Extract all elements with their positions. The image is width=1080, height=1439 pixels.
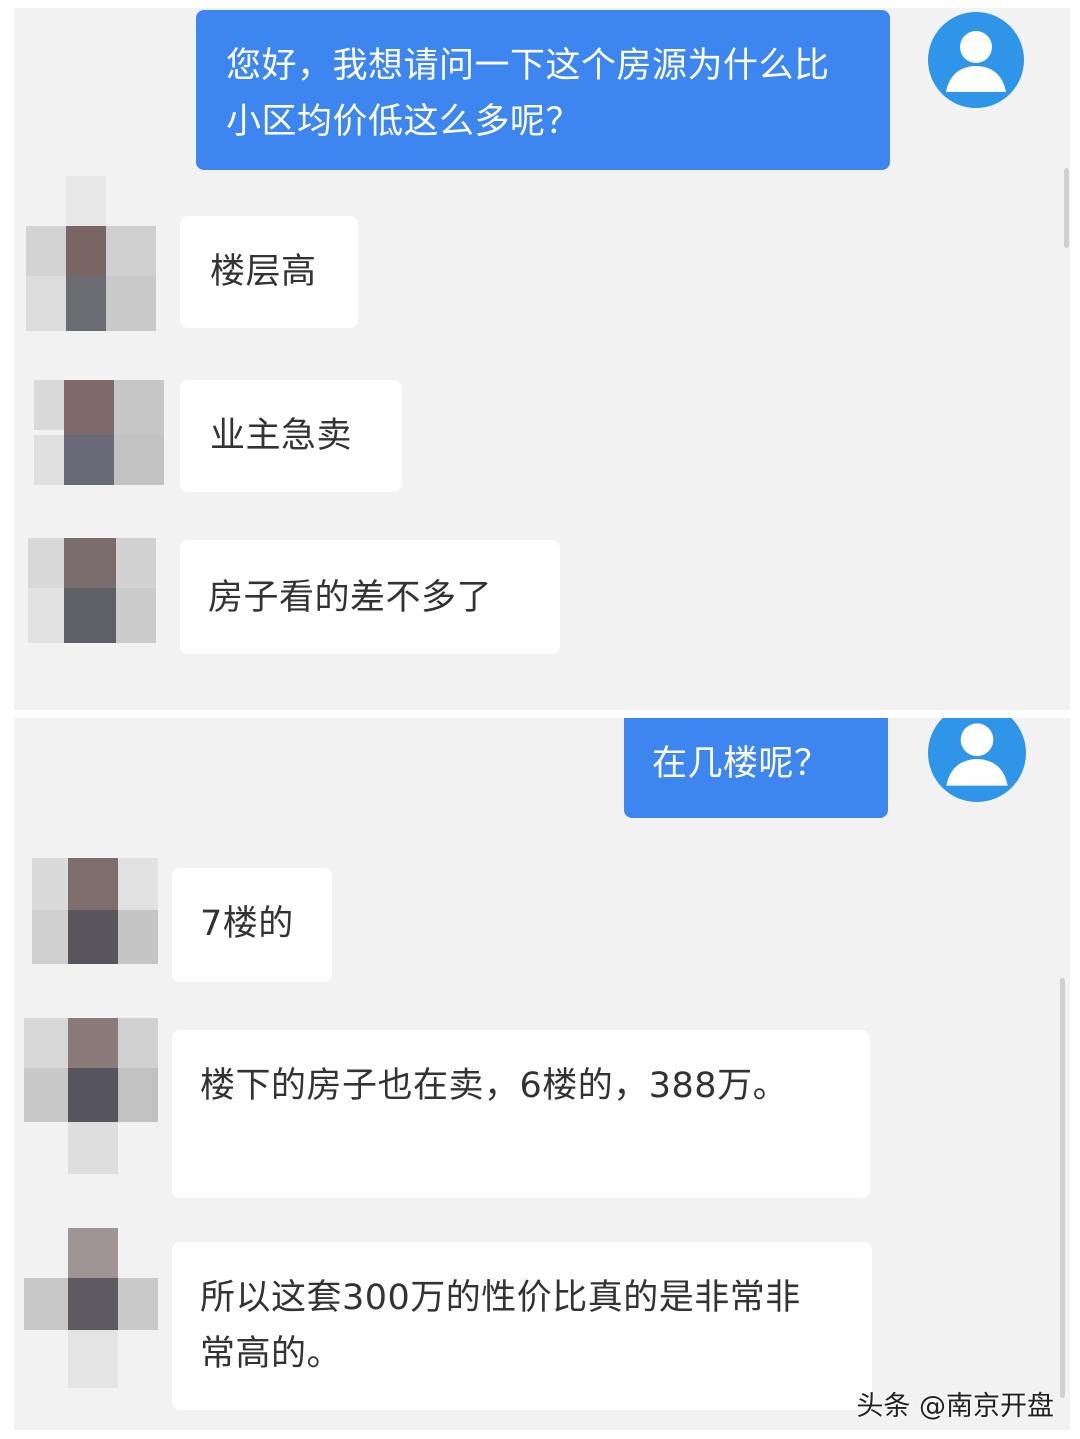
panel-divider bbox=[0, 711, 1080, 717]
agent-message-text: 所以这套300万的性价比真的是非常非常高的。 bbox=[200, 1278, 801, 1374]
user-message-bubble: 您好，我想请问一下这个房源为什么比小区均价低这么多呢？ bbox=[196, 10, 890, 170]
user-message-text: 在几楼呢？ bbox=[652, 744, 830, 784]
agent-message-text: 楼下的房子也在卖，6楼的，388万。 bbox=[200, 1066, 789, 1106]
agent-avatar[interactable] bbox=[34, 380, 164, 540]
agent-message-text: 房子看的差不多了 bbox=[208, 578, 493, 618]
scrollbar[interactable] bbox=[1064, 168, 1069, 248]
agent-avatar[interactable] bbox=[26, 176, 156, 336]
agent-message-text: 楼层高 bbox=[210, 252, 317, 292]
agent-message-bubble: 所以这套300万的性价比真的是非常非常高的。 bbox=[172, 1242, 872, 1410]
agent-message-text: 7楼的 bbox=[200, 904, 294, 944]
agent-avatar[interactable] bbox=[24, 1228, 158, 1388]
agent-message-text: 业主急卖 bbox=[210, 416, 353, 456]
agent-message-bubble: 7楼的 bbox=[172, 868, 332, 982]
agent-message-bubble: 业主急卖 bbox=[180, 380, 402, 492]
agent-message-bubble: 楼下的房子也在卖，6楼的，388万。 bbox=[172, 1030, 870, 1198]
chat-panel-top: 您好，我想请问一下这个房源为什么比小区均价低这么多呢？ 楼层高 业主急卖 房子看… bbox=[14, 8, 1070, 710]
agent-avatar[interactable] bbox=[24, 1018, 158, 1178]
user-avatar-icon[interactable] bbox=[928, 12, 1024, 108]
agent-message-bubble: 房子看的差不多了 bbox=[180, 540, 560, 654]
user-message-bubble: 在几楼呢？ bbox=[624, 718, 888, 818]
user-message-text: 您好，我想请问一下这个房源为什么比小区均价低这么多呢？ bbox=[226, 46, 830, 142]
watermark: 头条 @南京开盘 bbox=[856, 1391, 1054, 1422]
chat-panel-bottom: 在几楼呢？ 7楼的 楼下的房子也在卖，6楼的，388万。 所以这套300万的性价… bbox=[14, 718, 1070, 1430]
agent-avatar[interactable] bbox=[28, 538, 158, 698]
agent-avatar[interactable] bbox=[32, 858, 162, 1018]
user-avatar-icon[interactable] bbox=[928, 718, 1026, 802]
agent-message-bubble: 楼层高 bbox=[180, 216, 358, 328]
scrollbar[interactable] bbox=[1060, 978, 1065, 1398]
